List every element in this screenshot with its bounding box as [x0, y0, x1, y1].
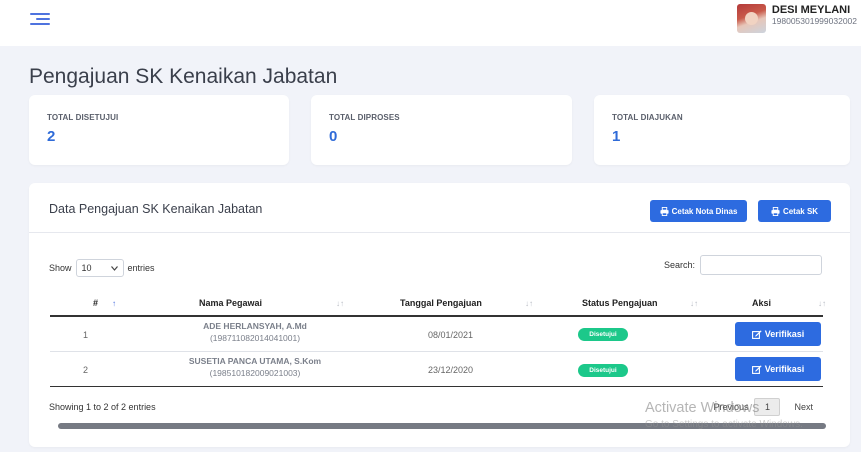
status-badge: Disetujui	[578, 364, 628, 377]
employee-nip: (198711082014041001)	[209, 333, 301, 343]
employee-name: SUSETIA PANCA UTAMA, S.Kom	[188, 356, 322, 366]
user-menu[interactable]: DESI MEYLANI 198005301999032002	[736, 4, 857, 33]
stat-card-diajukan: TOTAL DIAJUKAN 1	[594, 95, 850, 165]
page-title: Pengajuan SK Kenaikan Jabatan	[29, 65, 338, 88]
stat-value: 2	[47, 128, 56, 145]
employee-cell: ADE HERLANSYAH, A.Md (198711082014041001…	[155, 321, 355, 343]
pagination-previous[interactable]: Previous	[713, 402, 748, 412]
stat-label: TOTAL DIAJUKAN	[612, 113, 683, 122]
verify-label: Verifikasi	[764, 329, 805, 339]
printer-icon	[660, 206, 669, 216]
sort-icon: ↓↑	[525, 299, 533, 308]
employee-nip: (198510182009021003)	[209, 368, 301, 378]
horizontal-scrollbar[interactable]	[58, 423, 826, 429]
stat-card-diproses: TOTAL DIPROSES 0	[311, 95, 572, 165]
print-sk-button[interactable]: Cetak SK	[758, 200, 831, 222]
print-sk-label: Cetak SK	[782, 206, 819, 216]
column-header-nama[interactable]: Nama Pegawai	[199, 298, 262, 308]
verify-label: Verifikasi	[764, 364, 805, 374]
top-navbar: DESI MEYLANI 198005301999032002	[0, 0, 861, 46]
card-title: Data Pengajuan SK Kenaikan Jabatan	[49, 202, 263, 216]
sort-asc-icon: ↑	[112, 299, 116, 308]
hamburger-icon[interactable]	[30, 11, 50, 27]
stat-value: 1	[612, 128, 621, 145]
verify-button[interactable]: Verifikasi	[735, 322, 821, 346]
data-table: # ↑ Nama Pegawai ↓↑ Tanggal Pengajuan ↓↑…	[50, 292, 826, 387]
entries-control: Show 10 entries	[49, 259, 155, 277]
submission-date: 08/01/2021	[428, 330, 474, 340]
table-row: 2 SUSETIA PANCA UTAMA, S.Kom (1985101820…	[50, 352, 823, 387]
pagination-page-1[interactable]: 1	[754, 398, 781, 416]
employee-cell: SUSETIA PANCA UTAMA, S.Kom (198510182009…	[155, 356, 355, 378]
row-number: 1	[83, 330, 89, 340]
submission-date: 23/12/2020	[428, 365, 474, 375]
employee-name: ADE HERLANSYAH, A.Md	[203, 321, 307, 331]
user-name: DESI MEYLANI	[771, 4, 851, 16]
user-id: 198005301999032002	[771, 16, 857, 27]
show-label: Show	[49, 263, 72, 273]
table-header: # ↑ Nama Pegawai ↓↑ Tanggal Pengajuan ↓↑…	[50, 292, 826, 317]
entries-value: 10	[81, 263, 92, 273]
status-badge: Disetujui	[578, 328, 628, 341]
edit-icon	[751, 329, 762, 339]
scrollbar-thumb[interactable]	[58, 423, 826, 429]
sort-icon: ↓↑	[818, 299, 826, 308]
column-header-tanggal[interactable]: Tanggal Pengajuan	[400, 298, 482, 308]
table-row: 1 ADE HERLANSYAH, A.Md (1987110820140410…	[50, 317, 823, 352]
entries-label: entries	[127, 263, 155, 273]
search-control: Search:	[664, 255, 822, 275]
chevron-down-icon	[110, 265, 118, 271]
pagination-next[interactable]: Next	[794, 402, 813, 412]
stat-value: 0	[329, 128, 338, 145]
sort-icon: ↓↑	[690, 299, 698, 308]
column-header-aksi[interactable]: Aksi	[752, 298, 771, 308]
stat-label: TOTAL DISETUJUI	[47, 113, 119, 122]
column-header-status[interactable]: Status Pengajuan	[582, 298, 658, 308]
data-table-card: Data Pengajuan SK Kenaikan Jabatan Cetak…	[29, 183, 850, 447]
avatar	[736, 4, 766, 33]
search-input[interactable]	[700, 255, 822, 275]
verify-button[interactable]: Verifikasi	[735, 357, 821, 381]
stat-card-disetujui: TOTAL DISETUJUI 2	[29, 95, 289, 165]
printer-icon	[771, 206, 780, 216]
edit-icon	[751, 364, 762, 374]
sort-icon: ↓↑	[336, 299, 344, 308]
entries-select[interactable]: 10	[75, 259, 124, 277]
stat-label: TOTAL DIPROSES	[329, 113, 400, 122]
divider	[29, 232, 850, 233]
print-nota-dinas-label: Cetak Nota Dinas	[671, 206, 738, 216]
table-info: Showing 1 to 2 of 2 entries	[49, 402, 156, 412]
search-label: Search:	[663, 260, 695, 270]
print-nota-dinas-button[interactable]: Cetak Nota Dinas	[650, 200, 747, 222]
column-header-number[interactable]: #	[93, 298, 98, 308]
row-number: 2	[83, 365, 89, 375]
pagination: Previous 1 Next	[713, 398, 813, 416]
